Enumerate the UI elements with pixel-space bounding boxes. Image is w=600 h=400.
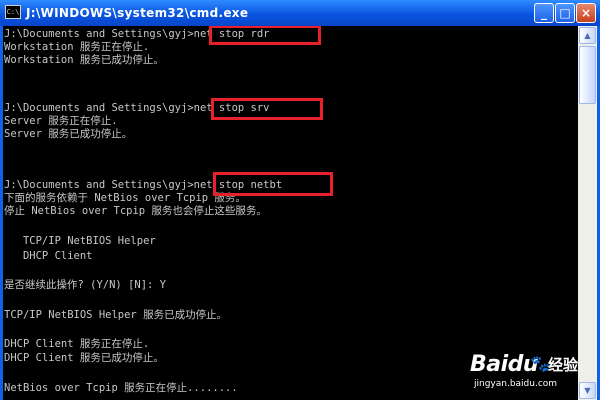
scroll-up-arrow-icon[interactable]: ▲ <box>579 27 596 44</box>
cmd-window: C:\ J:\WINDOWS\system32\cmd.exe _ □ × J:… <box>0 0 600 400</box>
console-line: NetBios over Tcpip 服务正在停止........ <box>4 382 238 394</box>
console-line: TCP/IP NetBIOS Helper 服务已成功停止。 <box>4 309 228 321</box>
console-line: 停止 NetBios over Tcpip 服务也会停止这些服务。 <box>4 205 267 217</box>
minimize-button[interactable]: _ <box>534 3 554 23</box>
vertical-scrollbar[interactable]: ▲ ▼ <box>578 26 597 400</box>
baidu-jingyan-watermark: Baidu 🐾 经验 jingyan.baidu.com <box>470 352 588 394</box>
console-line: Server 服务正在停止. <box>4 115 118 127</box>
highlight-box-net-stop-rdr <box>209 26 321 45</box>
watermark-jingyan: 经验 <box>548 356 579 374</box>
close-button[interactable]: × <box>576 3 596 23</box>
console-line: Workstation 服务正在停止. <box>4 41 150 53</box>
highlight-box-net-stop-srv <box>211 98 323 120</box>
watermark-brand: Baidu <box>470 352 539 377</box>
console-line: Workstation 服务已成功停止。 <box>4 54 164 66</box>
console-output[interactable]: J:\Documents and Settings\gyj>net stop r… <box>3 26 578 400</box>
console-line: DHCP Client 服务正在停止. <box>4 338 150 350</box>
console-line: DHCP Client 服务已成功停止。 <box>4 352 164 364</box>
maximize-button[interactable]: □ <box>555 3 575 23</box>
console-line: Server 服务已成功停止。 <box>4 128 133 140</box>
window-title: J:\WINDOWS\system32\cmd.exe <box>26 6 249 20</box>
paw-icon: 🐾 <box>530 354 550 373</box>
cmd-icon: C:\ <box>5 5 21 19</box>
console-line: 下面的服务依赖于 NetBios over Tcpip 服务。 <box>4 192 246 204</box>
console-line: DHCP Client <box>4 250 93 262</box>
highlight-box-net-stop-netbt <box>213 172 333 196</box>
console-line: 是否继续此操作? (Y/N) [N]: Y <box>4 279 167 291</box>
scroll-thumb[interactable] <box>579 46 596 104</box>
title-bar[interactable]: C:\ J:\WINDOWS\system32\cmd.exe _ □ × <box>0 0 600 26</box>
watermark-url: jingyan.baidu.com <box>474 379 558 389</box>
console-line: TCP/IP NetBIOS Helper <box>4 235 156 247</box>
